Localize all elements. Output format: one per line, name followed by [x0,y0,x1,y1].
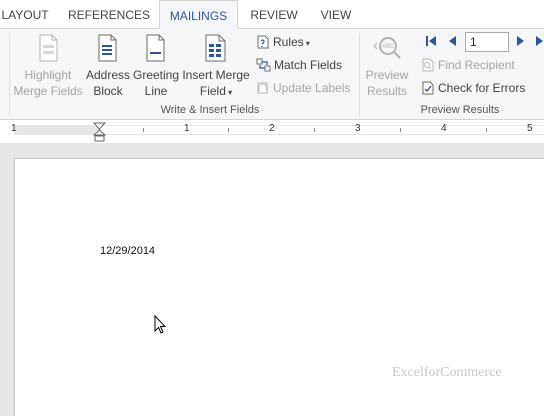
previous-record-icon[interactable] [445,34,459,48]
address-block-icon [98,34,117,62]
ruler-number: 2 [269,123,275,134]
greeting-line-icon [146,34,165,62]
ruler-tick [143,128,144,132]
write-insert-group-label: Write & Insert Fields [160,104,260,116]
address-label-2: Block [93,84,123,98]
update-labels-icon [257,82,268,94]
find-recipient-button[interactable]: Find Recipient [421,55,515,75]
ruler-tick [228,128,229,132]
preview-results-group-label: Preview Results [420,104,500,116]
tab-references[interactable]: REFERENCES [66,0,152,28]
dropdown-arrow-icon: ▾ [303,39,310,48]
ruler-number: 1 [11,123,17,134]
tab-layout[interactable]: LAYOUT [0,0,50,28]
rules-icon [257,35,269,49]
horizontal-ruler[interactable]: 1 1 2 3 4 5 [0,121,544,143]
match-fields-label: Match Fields [274,58,343,72]
address-block-button[interactable]: Address Block [85,33,131,103]
ruler-number: 5 [527,123,533,134]
svg-text:ABC: ABC [382,44,395,50]
indent-marker-icon[interactable] [93,122,106,142]
preview-label-1: Preview [365,68,409,82]
first-record-icon[interactable] [424,34,438,48]
ribbon-tab-bar: LAYOUT REFERENCES MAILINGS REVIEW VIEW [0,0,544,29]
preview-label-2: Results [366,84,407,98]
tab-view[interactable]: VIEW [313,0,359,28]
tab-mailings[interactable]: MAILINGS [159,0,238,29]
highlight-merge-fields-button[interactable]: Highlight Merge Fields [12,33,84,103]
insert-merge-field-button[interactable]: Insert Merge Field ▾ [181,33,251,103]
ruler-number: 1 [184,123,190,134]
rules-label: Rules [273,35,304,49]
preview-abc-icon: ABC [373,37,401,59]
rules-button[interactable]: Rules ▾ [256,32,310,52]
dropdown-arrow-icon: ▾ [225,88,233,97]
ruler-text-area [100,125,544,135]
ruler-tick [314,128,315,132]
document-date-text[interactable]: 12/29/2014 [100,245,155,257]
update-labels-button[interactable]: Update Labels [256,78,350,98]
highlight-fields-icon [39,34,58,62]
ruler-number: 4 [441,123,447,134]
check-errors-label: Check for Errors [438,81,526,95]
highlight-label-2: Merge Fields [13,84,83,98]
insert-merge-label-2: Field [199,84,226,98]
mouse-pointer-icon [154,315,167,334]
insert-merge-label-1: Insert Merge [182,68,250,82]
group-separator [9,33,10,117]
ruler-margin-strip [14,125,100,135]
highlight-label-1: Highlight [24,68,72,82]
record-number-input[interactable]: 1 [465,32,509,52]
greeting-line-button[interactable]: Greeting Line [132,33,180,103]
insert-merge-field-icon [205,34,226,62]
greeting-label-2: Line [144,84,168,98]
ruler-tick [486,128,487,132]
greeting-label-1: Greeting [132,68,180,82]
next-record-icon[interactable] [514,34,528,48]
preview-results-button[interactable]: ABC Preview Results [362,33,412,103]
find-recipient-label: Find Recipient [438,58,515,72]
tab-review[interactable]: REVIEW [246,0,302,28]
find-recipient-icon [422,58,434,72]
ruler-number: 3 [355,123,361,134]
last-record-icon[interactable] [534,34,544,48]
group-separator [359,33,360,117]
address-label-1: Address [85,68,131,82]
match-fields-button[interactable]: Match Fields [256,55,342,75]
match-fields-icon [256,58,271,72]
ruler-tick [400,128,401,132]
update-labels-label: Update Labels [273,81,351,95]
ribbon-panel: Highlight Merge Fields Address Block Gre… [0,28,544,120]
check-for-errors-button[interactable]: Check for Errors [421,78,525,98]
check-errors-icon [422,81,434,95]
watermark-text: ExcelforCommerce [392,365,502,380]
